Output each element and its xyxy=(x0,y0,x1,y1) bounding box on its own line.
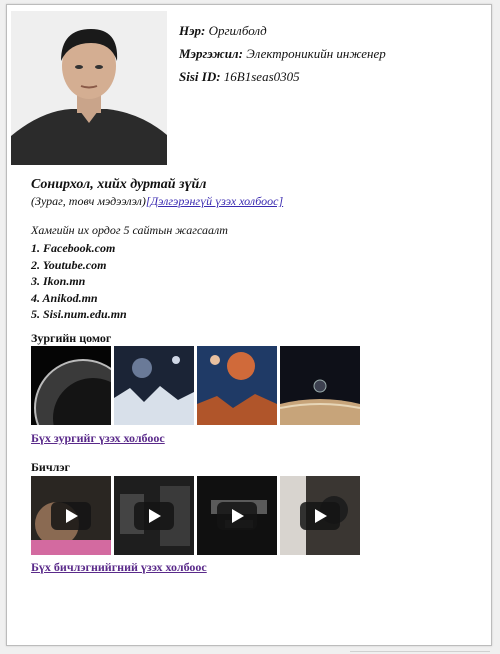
gallery-image-1[interactable] xyxy=(31,346,111,425)
gallery-image-3[interactable] xyxy=(197,346,277,425)
id-row: Sisi ID: 16B1seas0305 xyxy=(179,65,386,88)
play-icon[interactable] xyxy=(217,501,257,530)
video-item-4[interactable] xyxy=(280,476,360,555)
interest-details-link[interactable]: [Дэлгэрэнгүй үзэх холбоос] xyxy=(146,194,283,208)
list-item: 2. Youtube.com xyxy=(31,257,107,272)
list-item: 3. Ikon.mn xyxy=(31,274,86,288)
gallery-image-4[interactable] xyxy=(280,346,360,425)
video-thumbnails xyxy=(31,476,360,555)
play-icon[interactable] xyxy=(134,501,174,530)
play-icon[interactable] xyxy=(51,501,91,530)
interest-section: Сонирхол, хийх дуртай зүйл (Зураг, товч … xyxy=(31,177,283,209)
job-label: Мэргэжил: xyxy=(179,46,243,61)
gallery-thumbnails xyxy=(31,346,360,425)
job-value: Электроникийн инженер xyxy=(246,46,386,61)
name-value: Оргилболд xyxy=(208,23,267,38)
name-row: Нэр: Оргилболд xyxy=(179,19,386,42)
videos-all-link[interactable]: Бүх бичлэгнийгний үзэх холбоос xyxy=(31,560,207,575)
gallery-all-link[interactable]: Бүх зургийг үзэх холбоос xyxy=(31,431,165,446)
profile-photo xyxy=(11,11,167,165)
video-item-1[interactable] xyxy=(31,476,111,555)
video-item-3[interactable] xyxy=(197,476,277,555)
job-row: Мэргэжил: Электроникийн инженер xyxy=(179,42,386,65)
name-label: Нэр: xyxy=(179,23,206,38)
divider xyxy=(350,651,490,652)
top-sites-caption: Хамгийн их ордог 5 сайтын жагсаалт xyxy=(31,223,228,237)
top-sites-section: Хамгийн их ордог 5 сайтын жагсаалт 1. Fa… xyxy=(31,223,228,323)
id-value: 16B1seas0305 xyxy=(223,69,300,84)
interest-subtitle-row: (Зураг, товч мэдээлэл)[Дэлгэрэнгүй үзэх … xyxy=(31,194,283,209)
top-sites-list: 1. Facebook.com 2. Youtube.com 3. Ikon.m… xyxy=(31,240,228,323)
list-item: 4. Anikod.mn xyxy=(31,290,98,305)
id-label: Sisi ID: xyxy=(179,69,221,84)
page-container: Нэр: Оргилболд Мэргэжил: Электроникийн и… xyxy=(6,4,492,646)
play-icon[interactable] xyxy=(300,501,340,530)
interest-title: Сонирхол, хийх дуртай зүйл xyxy=(31,177,207,192)
list-item: 5. Sisi.num.edu.mn xyxy=(31,307,127,321)
profile-info: Нэр: Оргилболд Мэргэжил: Электроникийн и… xyxy=(179,19,386,88)
gallery-image-2[interactable] xyxy=(114,346,194,425)
gallery-title: Зургийн цомог xyxy=(31,331,112,345)
videos-title: Бичлэг xyxy=(31,460,70,474)
interest-subtitle: (Зураг, товч мэдээлэл) xyxy=(31,194,146,208)
video-item-2[interactable] xyxy=(114,476,194,555)
list-item: 1. Facebook.com xyxy=(31,241,116,255)
